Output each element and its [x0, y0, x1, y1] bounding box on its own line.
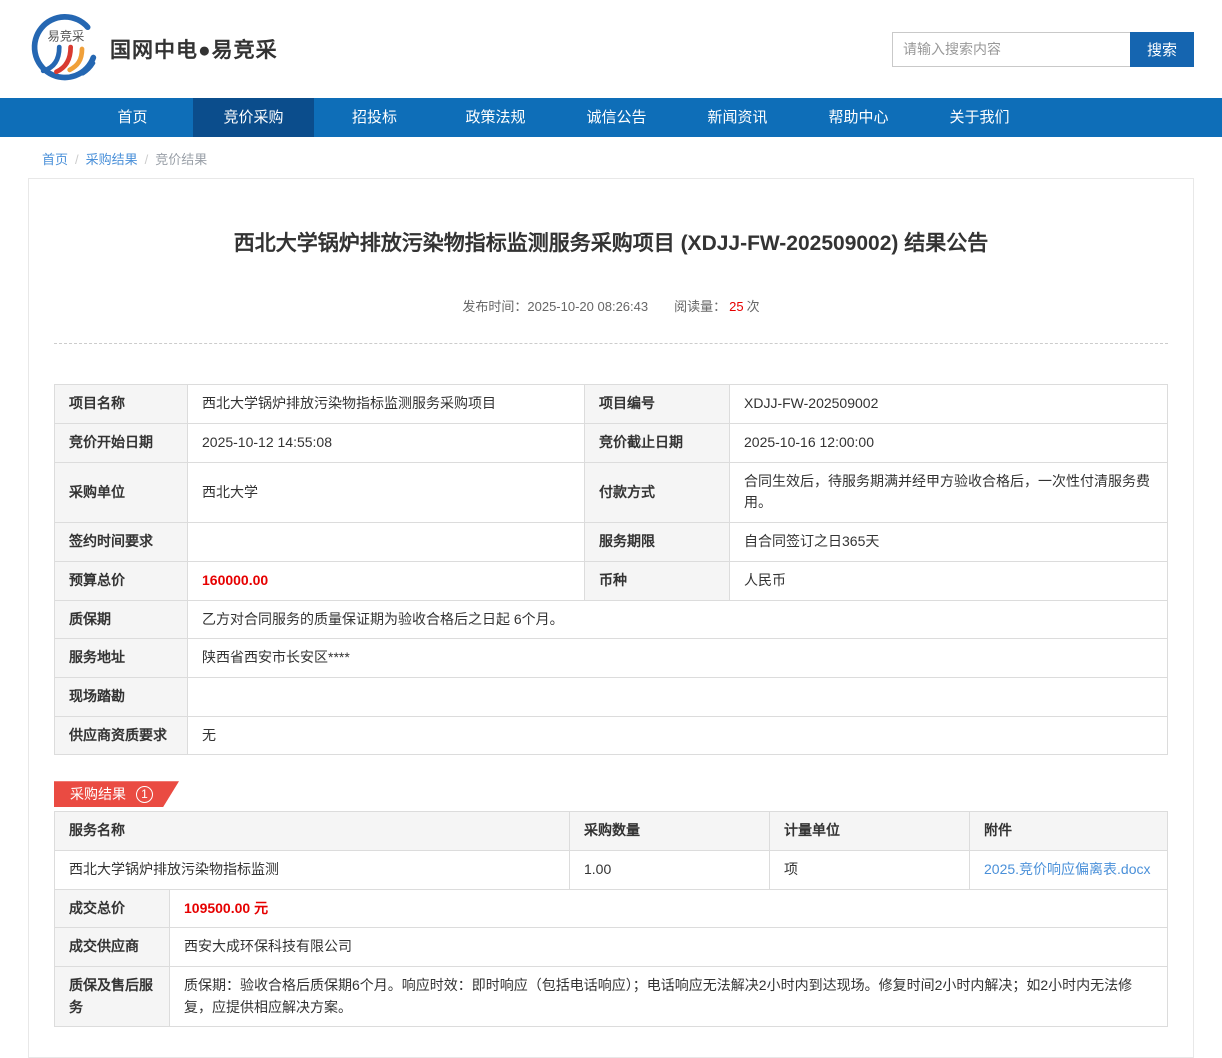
result-row: 西北大学锅炉排放污染物指标监测1.00项 2025.竞价响应偏离表.docx [55, 850, 1168, 889]
result-table: 服务名称采购数量计量单位附件 西北大学锅炉排放污染物指标监测1.00项 2025.… [54, 811, 1168, 889]
info-value: 乙方对合同服务的质量保证期为验收合格后之日起 6个月。 [188, 600, 1168, 639]
brand-name: 国网中电●易竞采 [110, 34, 278, 64]
attachment-link[interactable]: 2025.竞价响应偏离表.docx [984, 861, 1151, 877]
info-row: 质保期乙方对合同服务的质量保证期为验收合格后之日起 6个月。 [55, 600, 1168, 639]
nav-item-integrity[interactable]: 诚信公告 [556, 98, 677, 137]
views-label: 阅读量： [674, 299, 726, 314]
info-value [188, 523, 585, 562]
nav-item-news[interactable]: 新闻资讯 [677, 98, 798, 137]
project-info-table: 项目名称西北大学锅炉排放污染物指标监测服务采购项目项目编号XDJJ-FW-202… [54, 384, 1168, 755]
info-value: 西北大学锅炉排放污染物指标监测服务采购项目 [188, 385, 585, 424]
info-label: 服务地址 [55, 639, 188, 678]
article-meta: 发布时间：2025-10-20 08:26:43 阅读量：25 次 [54, 296, 1168, 315]
info-label: 竞价截止日期 [585, 424, 730, 463]
info-value: 西北大学 [188, 462, 585, 522]
brand: 易竞采 国网中电●易竞采 [28, 10, 278, 88]
detail-label: 质保及售后服务 [55, 967, 170, 1027]
info-row: 采购单位西北大学付款方式合同生效后，待服务期满并经甲方验收合格后，一次性付清服务… [55, 462, 1168, 522]
info-label: 供应商资质要求 [55, 716, 188, 755]
purchase-quantity: 1.00 [570, 850, 770, 889]
info-value: 2025-10-16 12:00:00 [730, 424, 1168, 463]
info-row: 现场踏勘 [55, 677, 1168, 716]
brand-logo-icon: 易竞采 [28, 10, 100, 88]
site-header: 易竞采 国网中电●易竞采 搜索 [0, 0, 1222, 98]
breadcrumb-bidding-results: 竞价结果 [155, 152, 207, 167]
views-unit: 次 [747, 299, 760, 314]
breadcrumb-separator: / [145, 152, 149, 167]
info-label: 现场踏勘 [55, 677, 188, 716]
svg-text:易竞采: 易竞采 [47, 29, 84, 43]
publish-time-value: 2025-10-20 08:26:43 [527, 299, 648, 314]
service-name: 西北大学锅炉排放污染物指标监测 [55, 850, 570, 889]
breadcrumb-home[interactable]: 首页 [42, 152, 68, 167]
info-label: 签约时间要求 [55, 523, 188, 562]
result-badge-count: 1 [136, 786, 153, 803]
nav-item-bidding-purchase[interactable]: 竞价采购 [193, 98, 314, 137]
detail-row: 成交总价109500.00 元 [55, 889, 1168, 928]
result-detail-table: 成交总价109500.00 元成交供应商西安大成环保科技有限公司质保及售后服务质… [54, 889, 1168, 1028]
search-bar: 搜索 [892, 32, 1194, 67]
nav-item-home[interactable]: 首页 [72, 98, 193, 137]
info-label: 预算总价 [55, 561, 188, 600]
detail-row: 质保及售后服务质保期：验收合格后质保期6个月。响应时效：即时响应（包括电话响应）… [55, 967, 1168, 1027]
info-value [188, 677, 1168, 716]
info-row: 项目名称西北大学锅炉排放污染物指标监测服务采购项目项目编号XDJJ-FW-202… [55, 385, 1168, 424]
info-row: 竞价开始日期2025-10-12 14:55:08竞价截止日期2025-10-1… [55, 424, 1168, 463]
nav-item-tender[interactable]: 招投标 [314, 98, 435, 137]
info-value: 合同生效后，待服务期满并经甲方验收合格后，一次性付清服务费用。 [730, 462, 1168, 522]
breadcrumb-purchase-results[interactable]: 采购结果 [86, 152, 138, 167]
info-value: 自合同签订之日365天 [730, 523, 1168, 562]
result-column-header: 计量单位 [770, 812, 970, 851]
info-label: 服务期限 [585, 523, 730, 562]
search-button[interactable]: 搜索 [1130, 32, 1194, 67]
info-value: 陕西省西安市长安区**** [188, 639, 1168, 678]
info-label: 币种 [585, 561, 730, 600]
announcement-card: 西北大学锅炉排放污染物指标监测服务采购项目 (XDJJ-FW-202509002… [28, 178, 1194, 1058]
info-label: 质保期 [55, 600, 188, 639]
info-label: 项目编号 [585, 385, 730, 424]
info-label: 付款方式 [585, 462, 730, 522]
detail-label: 成交供应商 [55, 928, 170, 967]
info-label: 项目名称 [55, 385, 188, 424]
result-badge-label: 采购结果 [70, 784, 126, 804]
nav-item-help[interactable]: 帮助中心 [798, 98, 919, 137]
detail-label: 成交总价 [55, 889, 170, 928]
detail-value: 109500.00 元 [170, 889, 1168, 928]
info-label: 竞价开始日期 [55, 424, 188, 463]
result-column-header: 采购数量 [570, 812, 770, 851]
nav-item-policy[interactable]: 政策法规 [435, 98, 556, 137]
result-column-header: 服务名称 [55, 812, 570, 851]
info-value: XDJJ-FW-202509002 [730, 385, 1168, 424]
detail-row: 成交供应商西安大成环保科技有限公司 [55, 928, 1168, 967]
views-count: 25 [729, 299, 743, 314]
result-badge: 采购结果 1 [54, 781, 179, 807]
info-row: 服务地址陕西省西安市长安区**** [55, 639, 1168, 678]
breadcrumb-separator: / [75, 152, 79, 167]
page-title: 西北大学锅炉排放污染物指标监测服务采购项目 (XDJJ-FW-202509002… [54, 229, 1168, 258]
info-row: 供应商资质要求无 [55, 716, 1168, 755]
info-label: 采购单位 [55, 462, 188, 522]
breadcrumb: 首页 / 采购结果 / 竞价结果 [28, 137, 1194, 178]
publish-time-label: 发布时间： [462, 299, 527, 314]
info-value: 2025-10-12 14:55:08 [188, 424, 585, 463]
search-input[interactable] [892, 32, 1130, 67]
info-row: 预算总价160000.00币种人民币 [55, 561, 1168, 600]
info-row: 签约时间要求 服务期限自合同签订之日365天 [55, 523, 1168, 562]
dashed-divider [54, 343, 1168, 344]
info-value: 无 [188, 716, 1168, 755]
info-value: 160000.00 [188, 561, 585, 600]
info-value: 人民币 [730, 561, 1168, 600]
unit: 项 [770, 850, 970, 889]
result-column-header: 附件 [970, 812, 1168, 851]
nav-item-about[interactable]: 关于我们 [919, 98, 1040, 137]
detail-value: 西安大成环保科技有限公司 [170, 928, 1168, 967]
detail-value: 质保期：验收合格后质保期6个月。响应时效：即时响应（包括电话响应）；电话响应无法… [170, 967, 1168, 1027]
main-nav: 首页竞价采购招投标政策法规诚信公告新闻资讯帮助中心关于我们 [0, 98, 1222, 137]
